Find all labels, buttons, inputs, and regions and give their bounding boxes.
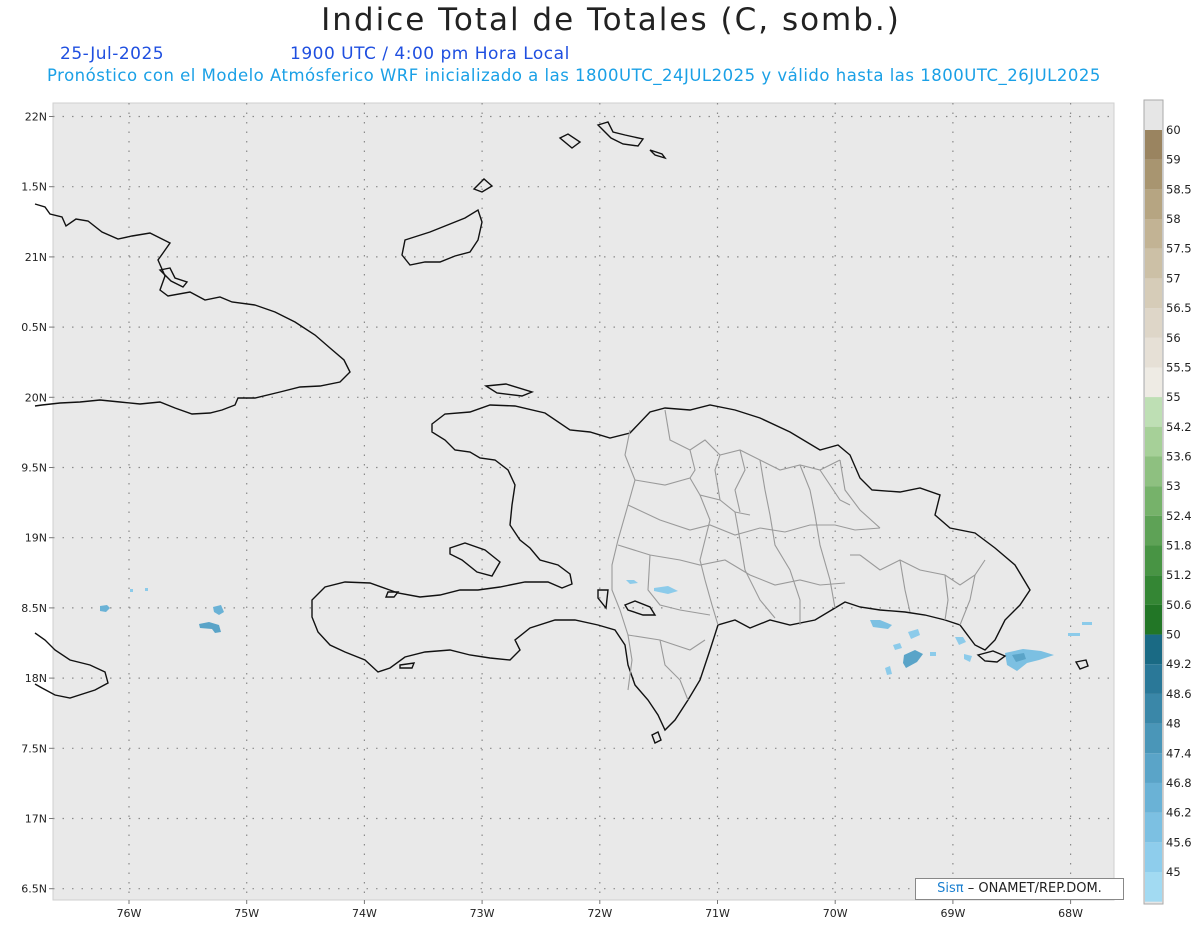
lat-label: 9.5N	[21, 462, 47, 475]
lon-label: 68W	[1058, 907, 1083, 920]
lon-label: 76W	[117, 907, 142, 920]
lon-label: 73W	[470, 907, 495, 920]
lon-label: 75W	[234, 907, 259, 920]
lat-label: 22N	[25, 111, 47, 124]
lat-label: 0.5N	[21, 321, 47, 334]
map-plot: 22N 1.5N 21N 0.5N 20N 9.5N 19N 8.5N 18N 7.5N 17N 6.…	[21, 102, 1115, 920]
lon-label: 71W	[705, 907, 730, 920]
longitude-labels: 76W 75W 74W 73W 72W 71W 70W 69W 68W	[117, 907, 1084, 920]
lon-label: 72W	[587, 907, 612, 920]
lat-label: 7.5N	[21, 742, 47, 755]
lat-label: 6.5N	[21, 883, 47, 896]
credit-text: – ONAMET/REP.DOM.	[967, 881, 1102, 896]
shade-patch	[130, 589, 133, 592]
lon-label: 74W	[352, 907, 377, 920]
shade-patch	[145, 588, 148, 591]
credit-brand: Sisπ	[937, 881, 964, 896]
shade-patch	[930, 652, 936, 656]
lat-label: 1.5N	[21, 181, 47, 194]
lat-label: 20N	[25, 391, 47, 404]
latitude-labels: 22N 1.5N 21N 0.5N 20N 9.5N 19N 8.5N 18N 7.5N 17N 6.…	[21, 111, 47, 896]
lat-label: 18N	[25, 672, 47, 685]
lat-label: 21N	[25, 251, 47, 264]
shade-patch	[1068, 633, 1080, 636]
lon-label: 69W	[940, 907, 965, 920]
shade-patch	[1082, 622, 1092, 625]
lat-label: 19N	[25, 532, 47, 545]
lat-label: 17N	[25, 813, 47, 826]
plot-area	[52, 102, 1115, 901]
credit-box: Sisπ – ONAMET/REP.DOM.	[915, 878, 1124, 900]
lon-label: 70W	[823, 907, 848, 920]
lat-label: 8.5N	[21, 602, 47, 615]
